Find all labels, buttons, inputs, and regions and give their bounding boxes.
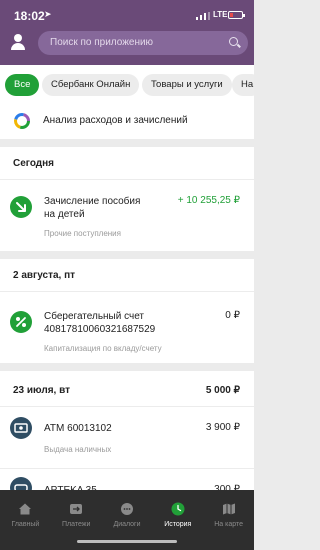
tab-label: История: [164, 521, 192, 528]
chip-sberbank-online[interactable]: Сбербанк Онлайн: [42, 74, 140, 96]
transaction-row[interactable]: Сберегательный счет 40817810060321687529…: [0, 291, 254, 363]
analysis-label: Анализ расходов и зачислений: [43, 115, 188, 126]
tab-map[interactable]: На карте: [203, 490, 254, 550]
chip-map[interactable]: На: [232, 74, 254, 96]
home-indicator: [77, 540, 177, 543]
section-today: Сегодня Зачисление пособия на детей + 10…: [0, 147, 254, 251]
search-input[interactable]: Поиск по приложению: [38, 31, 248, 55]
section-aug-2: 2 августа, пт Сберегательный счет 408178…: [0, 259, 254, 363]
section-title: 2 августа, пт: [13, 270, 76, 281]
section-title: 23 июля, вт: [13, 385, 70, 396]
transaction-amount: + 10 255,25 ₽: [177, 195, 240, 206]
network-label: LTE: [213, 10, 228, 19]
tab-label: Платежи: [62, 521, 91, 528]
location-arrow-icon: ➤: [44, 9, 52, 19]
tab-label: На карте: [214, 521, 243, 528]
tab-label: Диалоги: [113, 521, 141, 528]
battery-icon: [228, 11, 245, 19]
chip-goods-services[interactable]: Товары и услуги: [142, 74, 232, 96]
payments-icon: [70, 504, 83, 514]
tab-home[interactable]: Главный: [0, 490, 51, 550]
signal-icon: [196, 12, 210, 20]
arrow-down-right-icon: [10, 196, 32, 218]
status-bar: 18:02 ➤ LTE: [0, 0, 254, 30]
transaction-category: Прочие поступления: [44, 229, 121, 238]
analytics-donut-icon: [14, 113, 30, 129]
section-title: Сегодня: [13, 158, 55, 169]
chat-icon: [120, 503, 133, 515]
clock-icon: [171, 502, 185, 516]
analysis-row[interactable]: Анализ расходов и зачислений: [0, 103, 254, 139]
filter-chips: Все Сбербанк Онлайн Товары и услуги На: [0, 65, 254, 103]
header: 18:02 ➤ LTE Поиск по приложению: [0, 0, 254, 65]
transaction-row[interactable]: Зачисление пособия на детей + 10 255,25 …: [0, 179, 254, 251]
tab-label: Главный: [11, 521, 40, 528]
home-icon: [19, 503, 32, 515]
transaction-title: Зачисление пособия на детей: [44, 196, 141, 220]
transaction-title: Сберегательный счет 40817810060321687529: [44, 311, 156, 335]
percent-icon: [10, 311, 32, 333]
transaction-row[interactable]: ATM 60013102 3 900 ₽ Выдача наличных: [0, 406, 254, 468]
search-placeholder: Поиск по приложению: [50, 37, 154, 48]
status-time: 18:02: [14, 9, 45, 23]
search-icon: [229, 37, 238, 46]
transaction-category: Выдача наличных: [44, 445, 112, 454]
transaction-title: ATM 60013102: [44, 423, 112, 434]
chip-all[interactable]: Все: [5, 74, 40, 96]
transaction-amount: 3 900 ₽: [205, 422, 240, 433]
section-jul-23: 23 июля, вт 5 000 ₽ ATM 60013102 3 900 ₽…: [0, 371, 254, 499]
transaction-amount: 0 ₽: [225, 310, 240, 321]
cash-icon: [10, 417, 32, 439]
map-icon: [222, 503, 235, 515]
transaction-category: Капитализация по вкладу/счету: [44, 344, 162, 353]
profile-icon[interactable]: [10, 34, 26, 50]
transaction-row[interactable]: APTEKA 35 300 ₽: [0, 468, 254, 499]
section-total: 5 000 ₽: [205, 385, 240, 396]
